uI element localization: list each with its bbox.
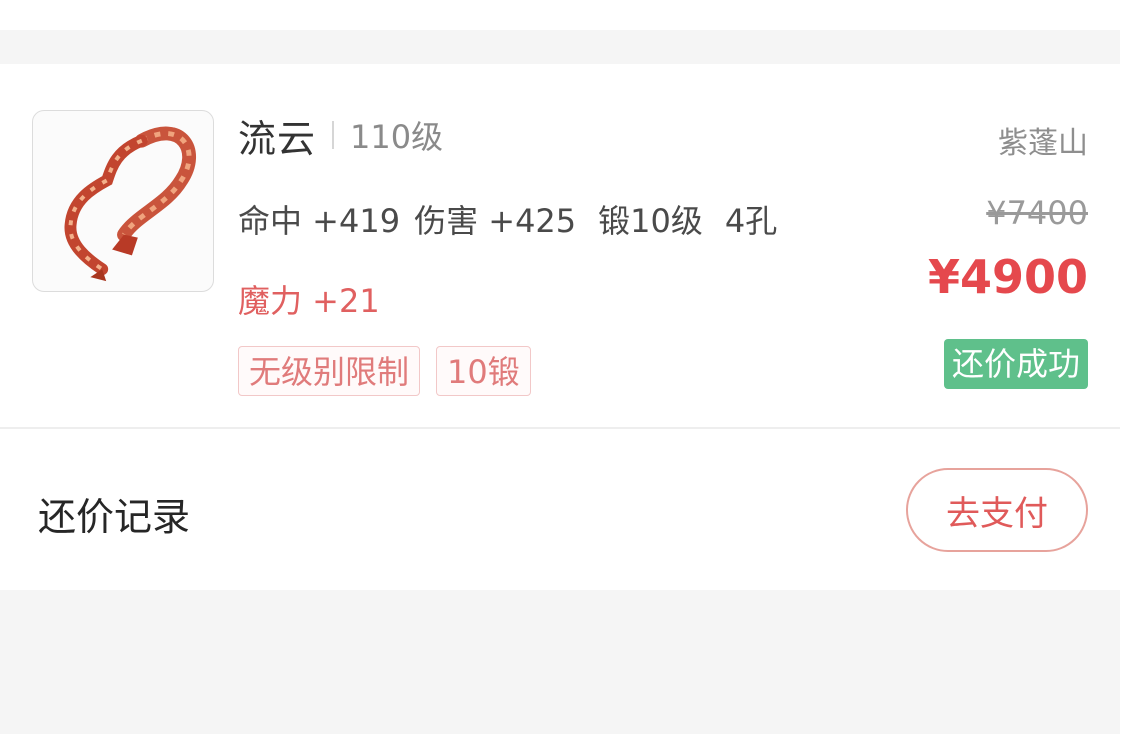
section-gap: [0, 30, 1120, 64]
stat-forge-level: 锻10级: [598, 202, 703, 240]
tag-forge: 10锻: [436, 346, 531, 396]
stat-damage: 伤害 +425: [414, 202, 577, 240]
bottom-gap: [0, 590, 1120, 734]
pay-button[interactable]: 去支付: [906, 468, 1088, 552]
item-level: 110级: [350, 118, 444, 156]
bargain-card: 流云 110级 紫蓬山 命中 +419 伤害 +425 锻10级 4孔 ¥740…: [0, 64, 1120, 590]
item-tags: 无级别限制 10锻: [238, 346, 531, 396]
item-name: 流云: [238, 116, 317, 161]
right-edge: [1120, 0, 1142, 734]
bargain-record-label[interactable]: 还价记录: [38, 486, 190, 541]
item-stats: 命中 +419 伤害 +425 锻10级 4孔: [238, 196, 777, 242]
divider: [0, 427, 1120, 429]
stat-sockets: 4孔: [724, 202, 778, 240]
server-name: 紫蓬山: [998, 126, 1088, 161]
item-title-row: 流云 110级: [238, 112, 444, 161]
ribbon-item-image: [64, 126, 196, 282]
item-thumbnail[interactable]: [32, 110, 214, 292]
original-price: ¥7400: [986, 194, 1088, 232]
stat-hit: 命中 +419: [238, 202, 401, 240]
status-badge: 还价成功: [943, 339, 1088, 389]
title-divider: [332, 121, 335, 149]
top-strip: [0, 0, 1120, 30]
magic-attribute: 魔力 +21: [238, 282, 380, 320]
tag-no-level-limit: 无级别限制: [238, 346, 421, 396]
current-price: ¥4900: [927, 250, 1088, 304]
